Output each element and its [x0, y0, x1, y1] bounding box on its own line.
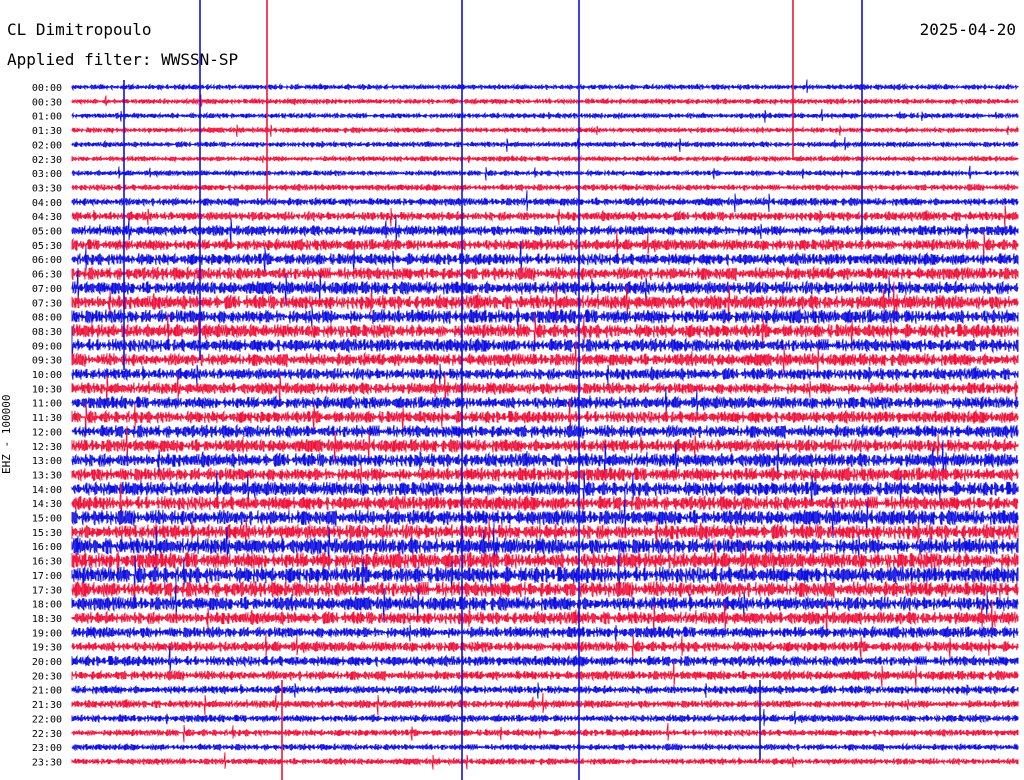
time-labels: 00:00 00:30 01:00 01:30 02:00 02:30 03:00 03:30…: [32, 83, 62, 768]
row-time-label: 03:30: [32, 183, 62, 194]
row-time-label: 02:00: [32, 140, 62, 151]
row-time-label: 12:00: [32, 427, 62, 438]
trace-row: [71, 182, 1019, 193]
trace-row: [71, 423, 1019, 440]
row-time-label: 20:30: [32, 671, 62, 682]
trace-row: [71, 692, 1019, 716]
row-time-label: 16:00: [32, 542, 62, 553]
row-time-label: 09:00: [32, 341, 62, 352]
row-time-label: 23:30: [32, 757, 62, 768]
row-time-label: 21:00: [32, 686, 62, 697]
trace-row: [71, 165, 1019, 181]
row-time-label: 22:30: [32, 729, 62, 740]
trace-row: [71, 265, 1019, 282]
row-time-label: 21:30: [32, 700, 62, 711]
row-time-label: 23:00: [32, 743, 62, 754]
row-time-label: 00:00: [32, 83, 62, 94]
row-time-label: 06:30: [32, 270, 62, 281]
row-time-label: 15:30: [32, 528, 62, 539]
row-time-label: 15:00: [32, 514, 62, 525]
trace-row: [71, 752, 1019, 770]
row-time-label: 11:30: [32, 413, 62, 424]
row-time-label: 04:00: [32, 198, 62, 209]
row-time-label: 20:00: [32, 657, 62, 668]
trace-row: [71, 79, 1019, 94]
row-time-label: 19:00: [32, 628, 62, 639]
row-time-label: 17:00: [32, 571, 62, 582]
row-time-label: 05:00: [32, 227, 62, 238]
trace-row: [71, 723, 1019, 743]
row-time-label: 17:30: [32, 585, 62, 596]
trace-row: [71, 682, 1019, 699]
trace-row: [71, 190, 1019, 213]
row-time-label: 22:00: [32, 714, 62, 725]
row-time-label: 10:30: [32, 384, 62, 395]
trace-row: [71, 215, 1019, 246]
trace-row: [71, 124, 1019, 137]
row-time-label: 10:00: [32, 370, 62, 381]
row-time-label: 07:00: [32, 284, 62, 295]
helicorder-plot: 00:00 00:30 01:00 01:30 02:00 02:30 03:00 03:30…: [32, 0, 1019, 780]
row-time-label: 12:30: [32, 442, 62, 453]
row-time-label: 19:30: [32, 643, 62, 654]
row-time-label: 04:30: [32, 212, 62, 223]
trace-row: [71, 307, 1019, 329]
trace-row: [71, 709, 1019, 726]
trace-row: [71, 742, 1019, 753]
row-time-label: 07:30: [32, 298, 62, 309]
trace-row: [71, 154, 1019, 164]
trace-row: [71, 624, 1019, 642]
trace-row: [71, 136, 1019, 153]
row-time-label: 03:00: [32, 169, 62, 180]
row-time-label: 02:30: [32, 155, 62, 166]
row-time-label: 18:00: [32, 600, 62, 611]
trace-row: [71, 579, 1019, 599]
trace-row: [71, 363, 1019, 388]
row-time-label: 13:30: [32, 470, 62, 481]
row-time-label: 08:30: [32, 327, 62, 338]
row-time-label: 05:30: [32, 241, 62, 252]
row-time-label: 09:30: [32, 356, 62, 367]
row-time-label: 01:00: [32, 112, 62, 123]
trace-row: [71, 108, 1019, 123]
trace-group: [71, 0, 1019, 780]
trace-row: [71, 205, 1019, 230]
row-time-label: 00:30: [32, 97, 62, 108]
row-time-label: 13:00: [32, 456, 62, 467]
row-time-label: 01:30: [32, 126, 62, 137]
row-time-label: 14:00: [32, 485, 62, 496]
row-time-label: 06:00: [32, 255, 62, 266]
row-time-label: 18:30: [32, 614, 62, 625]
row-time-label: 08:00: [32, 313, 62, 324]
row-time-label: 16:30: [32, 557, 62, 568]
trace-row: [71, 94, 1019, 107]
row-time-label: 11:00: [32, 399, 62, 410]
row-time-label: 14:30: [32, 499, 62, 510]
